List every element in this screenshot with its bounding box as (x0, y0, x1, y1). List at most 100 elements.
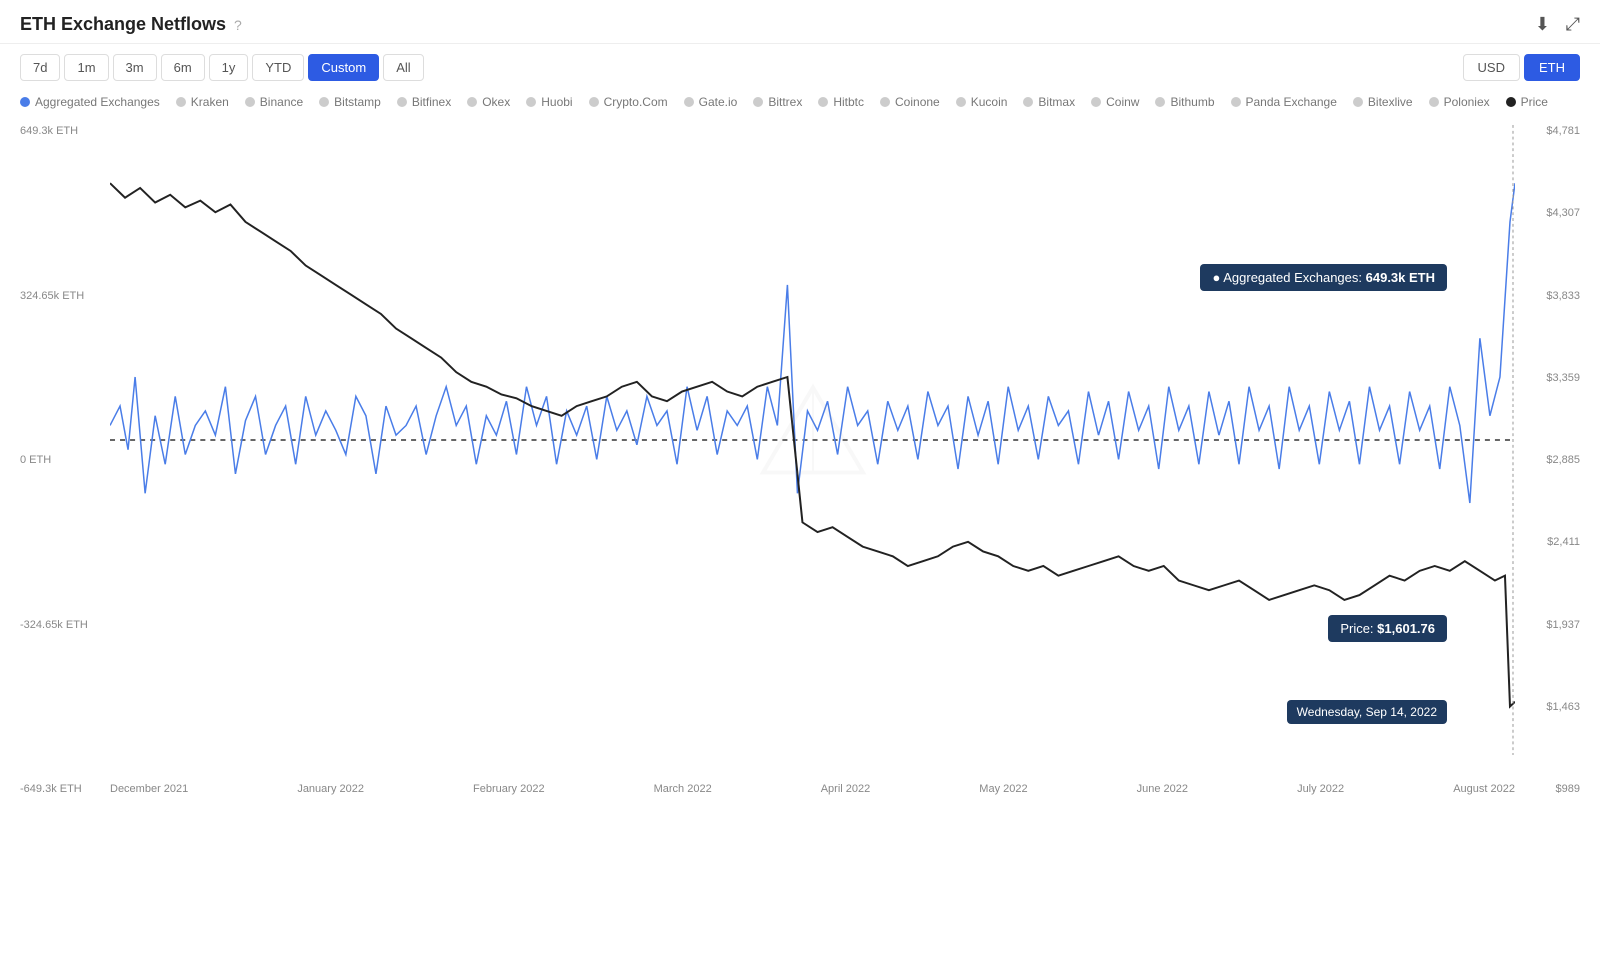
price-label-4: $3,359 (1520, 372, 1580, 384)
legend-dot-kucoin (956, 97, 966, 107)
legend-item-bittrex[interactable]: Bittrex (753, 95, 802, 109)
legend-label-bittrex: Bittrex (768, 95, 802, 109)
download-icon[interactable]: ⬇ (1535, 14, 1550, 35)
tooltip-date-text: Wednesday, Sep 14, 2022 (1297, 705, 1437, 719)
legend-item-bithumb[interactable]: Bithumb (1155, 95, 1214, 109)
price-label-3: $3,833 (1520, 290, 1580, 302)
legend-dot-hitbtc (818, 97, 828, 107)
x-label-feb2022: February 2022 (473, 783, 545, 795)
currency-btn-usd[interactable]: USD (1463, 54, 1520, 81)
currency-btn-eth[interactable]: ETH (1524, 54, 1580, 81)
page-title: ETH Exchange Netflows (20, 14, 226, 35)
tooltip-agg-text: Aggregated Exchanges: 649.3k ETH (1223, 270, 1435, 285)
x-label-jan2022: January 2022 (297, 783, 364, 795)
price-label-8: $1,463 (1520, 701, 1580, 713)
y-label-top: 649.3k ETH (20, 125, 110, 137)
currency-toggle: USD ETH (1463, 54, 1580, 81)
y-label-mid-high: 324.65k ETH (20, 290, 110, 302)
legend-item-bitfinex[interactable]: Bitfinex (397, 95, 451, 109)
price-label-5: $2,885 (1520, 454, 1580, 466)
chart-svg-wrapper: ● Aggregated Exchanges: 649.3k ETH Price… (110, 125, 1515, 755)
legend-item-coinw[interactable]: Coinw (1091, 95, 1139, 109)
x-label-jun2022: June 2022 (1137, 783, 1188, 795)
legend-dot-huobi (526, 97, 536, 107)
legend-label-kraken: Kraken (191, 95, 229, 109)
legend-item-kucoin[interactable]: Kucoin (956, 95, 1008, 109)
legend-item-gateio[interactable]: Gate.io (684, 95, 738, 109)
legend-dot-coinw (1091, 97, 1101, 107)
chart-area: 649.3k ETH 324.65k ETH 0 ETH -324.65k ET… (20, 125, 1580, 795)
y-axis-right: $4,781 $4,307 $3,833 $3,359 $2,885 $2,41… (1520, 125, 1580, 795)
legend-label-coinw: Coinw (1106, 95, 1139, 109)
legend-item-okex[interactable]: Okex (467, 95, 510, 109)
legend-item-price[interactable]: Price (1506, 95, 1548, 109)
y-label-bottom: -649.3k ETH (20, 783, 110, 795)
legend-label-cryptocom: Crypto.Com (604, 95, 668, 109)
toolbar: 7d 1m 3m 6m 1y YTD Custom All USD ETH (0, 44, 1600, 91)
legend-dot-poloniex (1429, 97, 1439, 107)
legend-dot-pandaexchange (1231, 97, 1241, 107)
tooltip-price-text: Price: $1,601.76 (1340, 621, 1435, 636)
price-label-1: $4,781 (1520, 125, 1580, 137)
help-icon[interactable]: ? (234, 17, 242, 33)
legend-dot-coinone (880, 97, 890, 107)
legend-label-huobi: Huobi (541, 95, 572, 109)
time-btn-1y[interactable]: 1y (209, 54, 249, 81)
legend-item-bitmax[interactable]: Bitmax (1023, 95, 1075, 109)
legend-label-bithumb: Bithumb (1170, 95, 1214, 109)
x-label-dec2021: December 2021 (110, 783, 188, 795)
legend-dot-price (1506, 97, 1516, 107)
legend-dot-aggregated (20, 97, 30, 107)
page-header: ETH Exchange Netflows ? ⬇ ⤢ (0, 0, 1600, 44)
legend-dot-kraken (176, 97, 186, 107)
main-chart-svg (110, 125, 1515, 755)
legend-dot-bittrex (753, 97, 763, 107)
legend-item-bitstamp[interactable]: Bitstamp (319, 95, 381, 109)
chart-legend: Aggregated Exchanges Kraken Binance Bits… (0, 91, 1600, 115)
time-period-buttons: 7d 1m 3m 6m 1y YTD Custom All (20, 54, 424, 81)
legend-dot-bitstamp (319, 97, 329, 107)
legend-item-coinone[interactable]: Coinone (880, 95, 940, 109)
x-axis: December 2021 January 2022 February 2022… (110, 783, 1515, 795)
legend-item-poloniex[interactable]: Poloniex (1429, 95, 1490, 109)
legend-label-bitfinex: Bitfinex (412, 95, 451, 109)
price-label-6: $2,411 (1520, 536, 1580, 548)
legend-item-hitbtc[interactable]: Hitbtc (818, 95, 864, 109)
legend-item-binance[interactable]: Binance (245, 95, 303, 109)
time-btn-ytd[interactable]: YTD (252, 54, 304, 81)
time-btn-all[interactable]: All (383, 54, 423, 81)
x-label-jul2022: July 2022 (1297, 783, 1344, 795)
time-btn-3m[interactable]: 3m (113, 54, 157, 81)
legend-item-kraken[interactable]: Kraken (176, 95, 229, 109)
legend-label-aggregated: Aggregated Exchanges (35, 95, 160, 109)
legend-label-hitbtc: Hitbtc (833, 95, 864, 109)
legend-dot-binance (245, 97, 255, 107)
legend-label-poloniex: Poloniex (1444, 95, 1490, 109)
y-label-mid-low: -324.65k ETH (20, 619, 110, 631)
time-btn-1m[interactable]: 1m (64, 54, 108, 81)
legend-dot-bitexlive (1353, 97, 1363, 107)
legend-label-price: Price (1521, 95, 1548, 109)
y-label-zero: 0 ETH (20, 454, 110, 466)
legend-dot-bitmax (1023, 97, 1033, 107)
legend-dot-bitfinex (397, 97, 407, 107)
legend-item-pandaexchange[interactable]: Panda Exchange (1231, 95, 1337, 109)
expand-icon[interactable]: ⤢ (1566, 14, 1580, 35)
time-btn-custom[interactable]: Custom (308, 54, 379, 81)
legend-item-cryptocom[interactable]: Crypto.Com (589, 95, 668, 109)
legend-label-bitexlive: Bitexlive (1368, 95, 1413, 109)
legend-item-bitexlive[interactable]: Bitexlive (1353, 95, 1413, 109)
legend-dot-bithumb (1155, 97, 1165, 107)
price-label-2: $4,307 (1520, 207, 1580, 219)
chart-container: 649.3k ETH 324.65k ETH 0 ETH -324.65k ET… (0, 115, 1600, 835)
x-label-mar2022: March 2022 (654, 783, 712, 795)
legend-label-bitmax: Bitmax (1038, 95, 1075, 109)
time-btn-6m[interactable]: 6m (161, 54, 205, 81)
y-axis-left: 649.3k ETH 324.65k ETH 0 ETH -324.65k ET… (20, 125, 110, 795)
time-btn-7d[interactable]: 7d (20, 54, 60, 81)
legend-item-huobi[interactable]: Huobi (526, 95, 572, 109)
legend-item-aggregated[interactable]: Aggregated Exchanges (20, 95, 160, 109)
legend-label-binance: Binance (260, 95, 303, 109)
tooltip-price: Price: $1,601.76 (1328, 615, 1447, 642)
legend-label-bitstamp: Bitstamp (334, 95, 381, 109)
